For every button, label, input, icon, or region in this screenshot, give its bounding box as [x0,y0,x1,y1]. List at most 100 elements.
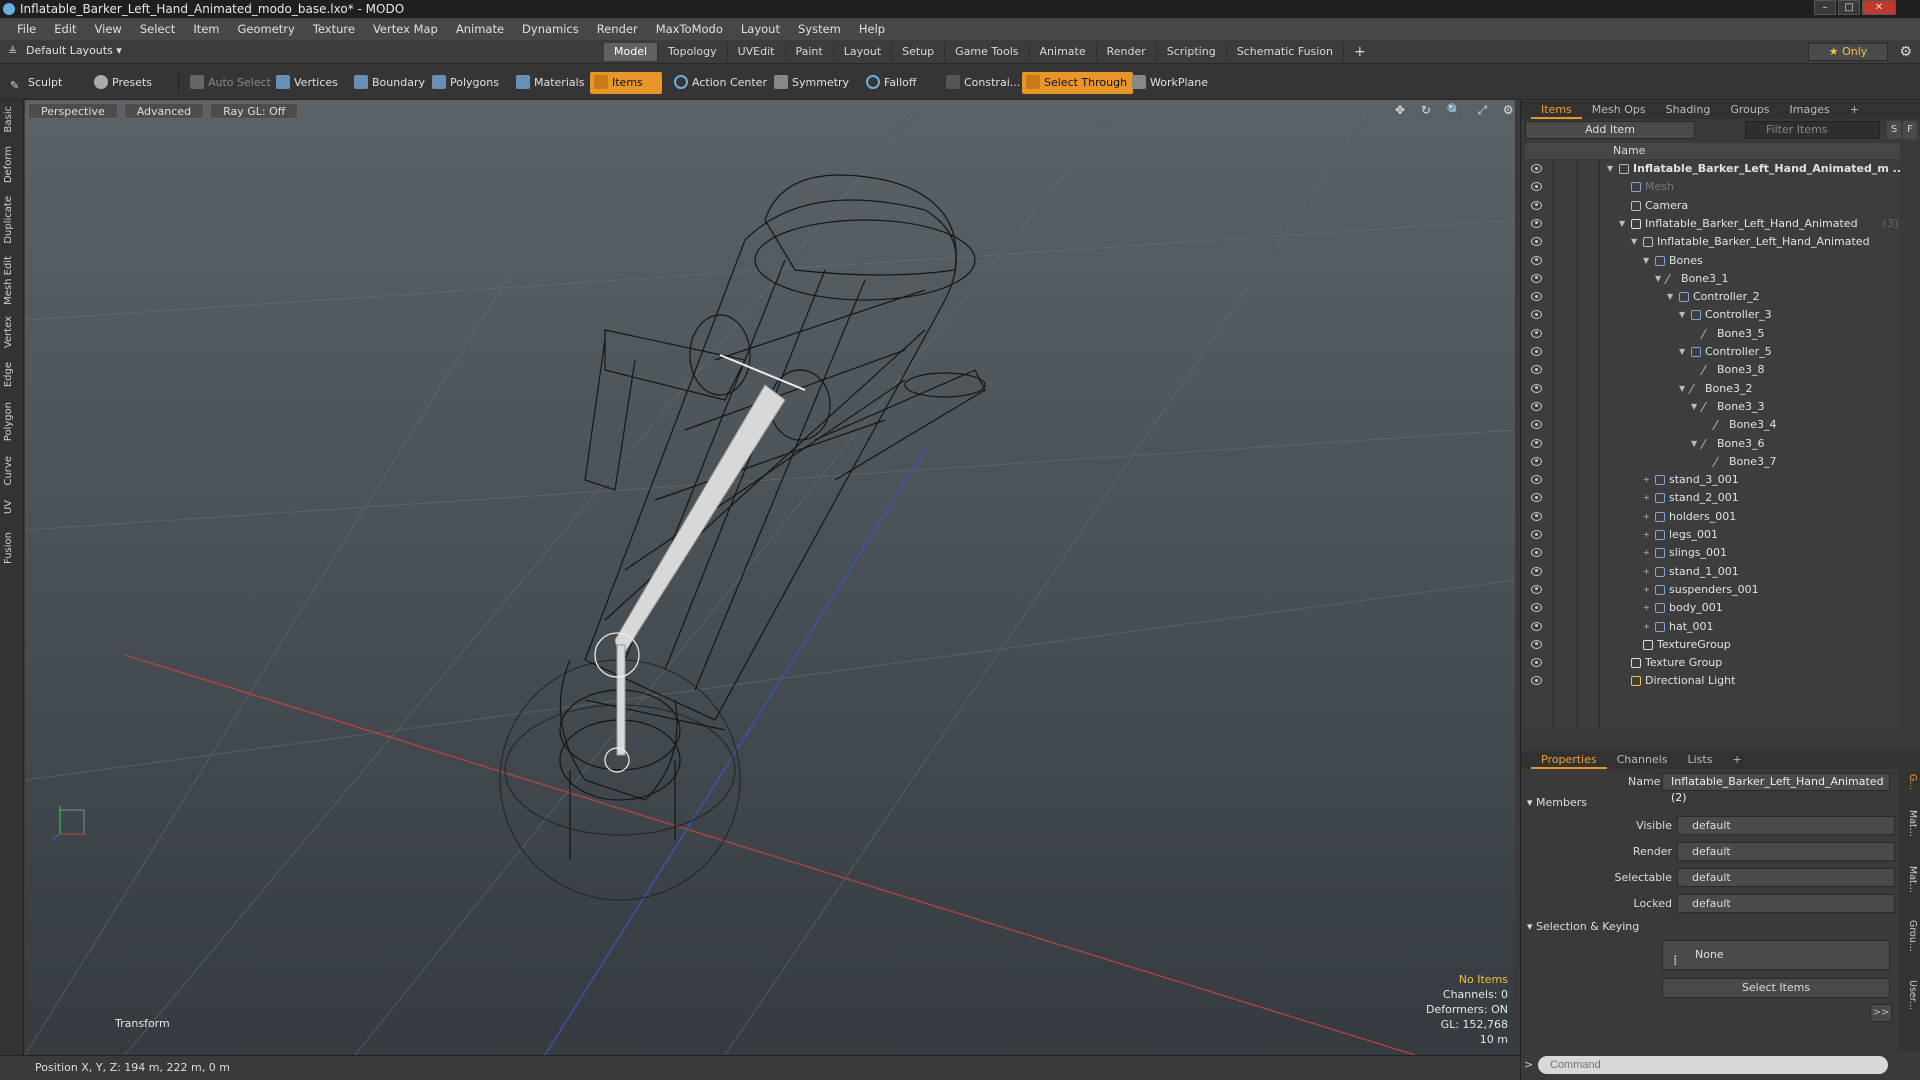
tree-row[interactable]: Bone3_7 [1525,453,1900,471]
visibility-eye-icon[interactable] [1531,273,1542,283]
tree-row[interactable]: Texture Group [1525,654,1900,672]
menu-dynamics[interactable]: Dynamics [513,22,588,36]
tool-tab-curve[interactable]: Curve [3,456,21,486]
f-button[interactable]: F [1903,121,1917,139]
tree-row[interactable]: Camera [1525,197,1900,215]
tool-tab-edge[interactable]: Edge [3,362,21,387]
name-field[interactable]: Inflatable_Barker_Left_Hand_Animated (2) [1662,773,1890,804]
tree-row[interactable]: ▼ Controller_3 [1525,306,1900,324]
collapse-icon[interactable]: ▼ [1655,270,1661,288]
presets-button[interactable]: Presets [90,72,158,94]
collapse-icon[interactable]: ▼ [1667,288,1673,306]
expand-icon[interactable]: + [1643,581,1650,599]
add-item-button[interactable]: Add Item [1525,121,1695,139]
add-panel-tab[interactable]: + [1840,101,1869,119]
tree-row[interactable]: ▼ Inflatable_Barker_Left_Hand_Animated (3… [1525,215,1900,233]
tool-tab-uv[interactable]: UV [3,500,21,514]
symmetry-button[interactable]: Symmetry [770,72,855,94]
collapse-icon[interactable]: ▼ [1643,252,1649,270]
tree-row[interactable]: + stand_2_001 [1525,489,1900,507]
expand-icon[interactable]: + [1643,544,1650,562]
polygons-button[interactable]: Polygons [428,72,505,94]
side-tab-mat-2[interactable]: Mat... [1900,866,1918,893]
menu-edit[interactable]: Edit [45,22,85,36]
visibility-eye-icon[interactable] [1531,182,1542,192]
tab-game-tools[interactable]: Game Tools [945,43,1030,61]
visibility-eye-icon[interactable] [1531,493,1542,503]
tab-groups[interactable]: Groups [1720,101,1779,119]
filter-items-input[interactable]: Filter Items [1745,121,1880,139]
tree-row[interactable]: ▼ Bone3_3 [1525,398,1900,416]
visibility-eye-icon[interactable] [1531,530,1542,539]
collapse-icon[interactable]: ▼ [1631,233,1637,251]
visibility-eye-icon[interactable] [1531,676,1542,686]
tree-row[interactable]: + stand_1_001 [1525,563,1900,581]
side-tab-mat-1[interactable]: Mat... [1900,810,1918,837]
tree-row[interactable]: ▼ Bone3_6 [1525,435,1900,453]
tree-row[interactable]: + slings_001 [1525,544,1900,562]
visibility-eye-icon[interactable] [1531,548,1542,558]
tree-row[interactable]: Mesh [1525,178,1900,196]
action-center-button[interactable]: Action Center [670,72,773,94]
tab-model[interactable]: Model [604,43,659,61]
keying-none-button[interactable]: ⁞ None [1662,940,1890,970]
tab-channels[interactable]: Channels [1607,751,1678,769]
menu-file[interactable]: File [8,22,45,36]
tree-row[interactable]: Directional Light [1525,672,1900,690]
tab-lists[interactable]: Lists [1678,751,1723,769]
tree-row[interactable]: + hat_001 [1525,618,1900,636]
tab-scripting[interactable]: Scripting [1157,43,1227,61]
visibility-eye-icon[interactable] [1531,511,1542,521]
expand-icon[interactable]: + [1643,471,1650,489]
tab-properties[interactable]: Properties [1531,751,1607,769]
workplane-button[interactable]: WorkPlane [1128,72,1214,94]
tree-row[interactable]: Bone3_8 [1525,361,1900,379]
visibility-eye-icon[interactable] [1531,292,1542,302]
collapse-icon[interactable]: ▼ [1619,215,1625,233]
expand-icon[interactable]: + [1643,599,1650,617]
tab-schematic-fusion[interactable]: Schematic Fusion [1227,43,1345,61]
tree-row[interactable]: ▼ Bones [1525,252,1900,270]
tab-animate[interactable]: Animate [1030,43,1097,61]
collapse-icon[interactable]: ▼ [1691,435,1697,453]
add-tab-button[interactable]: + [1344,43,1376,61]
visibility-eye-icon[interactable] [1531,639,1542,649]
tool-tab-basic[interactable]: Basic [3,106,21,132]
render-dropdown[interactable]: default [1677,842,1895,861]
visibility-eye-icon[interactable] [1531,200,1542,210]
visibility-eye-icon[interactable] [1531,237,1542,247]
sculpt-button[interactable]: ✎ Sculpt [6,72,68,94]
raygl-button[interactable]: Ray GL: Off [210,103,299,119]
select-items-button[interactable]: Select Items [1662,978,1890,998]
visibility-eye-icon[interactable] [1531,475,1542,485]
items-button[interactable]: Items [590,72,662,94]
tree-row[interactable]: + legs_001 [1525,526,1900,544]
tool-tab-mesh-edit[interactable]: Mesh Edit [3,256,21,305]
visibility-eye-icon[interactable] [1531,255,1542,265]
expand-icon[interactable]: + [1643,489,1650,507]
visibility-eye-icon[interactable] [1531,566,1542,576]
visible-dropdown[interactable]: default [1677,816,1895,835]
constraints-button[interactable]: Constrai... [942,72,1026,94]
tab-paint[interactable]: Paint [786,43,834,61]
tab-images[interactable]: Images [1780,101,1840,119]
layout-menu-icon[interactable]: ≜ [8,45,20,58]
tree-row[interactable]: ▼ Bone3_1 [1525,270,1900,288]
select-through-button[interactable]: Select Through [1022,72,1134,94]
tree-row[interactable]: + suspenders_001 [1525,581,1900,599]
collapse-icon[interactable]: ▼ [1679,343,1685,361]
materials-button[interactable]: Materials [512,72,590,94]
visibility-eye-icon[interactable] [1531,310,1542,320]
visibility-eye-icon[interactable] [1531,621,1542,631]
menu-select[interactable]: Select [131,22,184,36]
menu-item[interactable]: Item [184,22,228,36]
menu-layout[interactable]: Layout [732,22,789,36]
menu-view[interactable]: View [86,22,131,36]
add-properties-tab[interactable]: + [1722,751,1751,769]
3d-viewport[interactable] [25,100,1515,1055]
perspective-button[interactable]: Perspective [28,103,118,119]
visibility-eye-icon[interactable] [1531,603,1542,613]
selectable-dropdown[interactable]: default [1677,868,1895,887]
selection-keying-section[interactable]: ▾ Selection & Keying [1527,920,1639,933]
menu-help[interactable]: Help [850,22,894,36]
